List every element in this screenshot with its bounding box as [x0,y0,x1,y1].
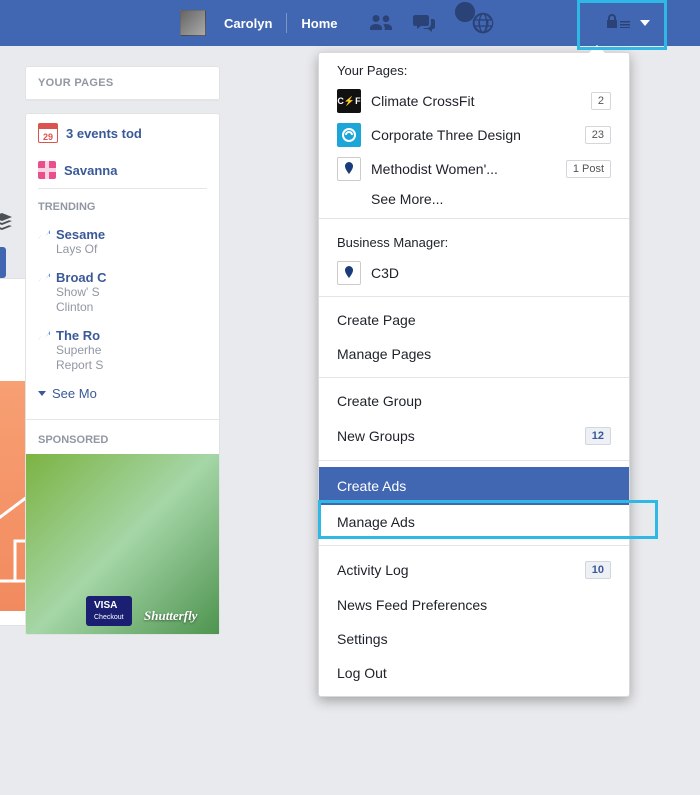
visa-badge: VISACheckout [86,596,132,626]
your-pages-panel: YOUR PAGES [25,66,220,101]
trending-see-more[interactable]: See Mo [38,380,207,407]
page-icon [337,123,361,147]
trending-item[interactable]: Sesame Lays Of [38,221,207,264]
divider [286,13,287,33]
see-more-label: See More... [371,191,611,207]
your-pages-label: Your Pages: [319,53,629,84]
page-name: Corporate Three Design [371,127,575,143]
menu-divider [319,377,629,378]
menu-divider [319,218,629,219]
menu-manage-ads[interactable]: Manage Ads [319,505,629,539]
trending-title: Sesame [56,227,105,242]
menu-manage-pages[interactable]: Manage Pages [319,337,629,371]
trending-subtitle: Show' S Clinton [56,285,107,316]
menu-news-feed-prefs[interactable]: News Feed Preferences [319,588,629,622]
account-dropdown-menu: Your Pages: C⚡F Climate CrossFit 2 Corpo… [318,52,630,697]
menu-create-group[interactable]: Create Group [319,384,629,418]
trending-arrow-icon [38,229,50,258]
account-caret-icon[interactable] [640,20,650,26]
profile-link[interactable]: Carolyn [214,16,282,31]
top-nav-bar: Carolyn Home [0,0,700,46]
menu-settings[interactable]: Settings [319,622,629,656]
menu-divider [319,296,629,297]
trending-title: Broad C [56,270,107,285]
privacy-lock-icon[interactable] [604,13,630,34]
page-icon: C⚡F [337,89,361,113]
home-link[interactable]: Home [291,16,347,31]
gift-icon [38,161,56,179]
business-manager-label: Business Manager: [319,225,629,256]
page-icon [337,157,361,181]
trending-arrow-icon [38,272,50,316]
sponsored-header: SPONSORED [26,419,219,454]
account-menu-trigger[interactable] [590,0,664,46]
page-badge: 23 [585,126,611,144]
trending-header: TRENDING [38,188,207,221]
sponsored-ad[interactable]: VISACheckout Shutterfly [26,454,219,634]
see-more-label: See Mo [52,386,97,401]
menu-activity-log[interactable]: Activity Log 10 [319,552,629,588]
trending-item[interactable]: The Ro Superhe Report S [38,322,207,380]
menu-create-page[interactable]: Create Page [319,303,629,337]
trending-item[interactable]: Broad C Show' S Clinton [38,264,207,322]
bm-name: C3D [371,265,611,281]
your-pages-header: YOUR PAGES [26,67,219,100]
globe-icon[interactable] [472,12,494,34]
trending-title: The Ro [56,328,103,343]
page-name: Methodist Women'... [371,161,556,177]
trending-arrow-icon [38,330,50,374]
page-badge: 1 Post [566,160,611,178]
calendar-icon [38,123,58,143]
events-trending-panel: 3 events tod Savanna TRENDING Sesame Lay… [25,113,220,635]
page-name: Climate CrossFit [371,93,581,109]
bm-item-c3d[interactable]: C3D [319,256,629,290]
new-groups-badge: 12 [585,427,611,445]
page-item-climate-crossfit[interactable]: C⚡F Climate CrossFit 2 [319,84,629,118]
pages-see-more[interactable]: See More... [319,186,629,212]
menu-create-ads[interactable]: Create Ads [319,467,629,505]
menu-log-out[interactable]: Log Out [319,656,629,690]
activity-badge: 10 [585,561,611,579]
page-item-methodist-women[interactable]: Methodist Women'... 1 Post [319,152,629,186]
bm-icon [337,261,361,285]
menu-divider [319,545,629,546]
avatar[interactable] [180,10,206,36]
caret-down-icon [38,391,46,396]
page-item-corporate-three[interactable]: Corporate Three Design 23 [319,118,629,152]
events-link[interactable]: 3 events tod [66,126,142,141]
menu-new-groups[interactable]: New Groups 12 [319,418,629,454]
trending-subtitle: Superhe Report S [56,343,103,374]
friend-requests-icon[interactable] [368,13,394,33]
birthday-link[interactable]: Savanna [64,163,117,178]
page-badge: 2 [591,92,611,110]
trending-subtitle: Lays Of [56,242,105,258]
menu-divider [319,460,629,461]
shutterfly-logo: Shutterfly [144,608,197,624]
